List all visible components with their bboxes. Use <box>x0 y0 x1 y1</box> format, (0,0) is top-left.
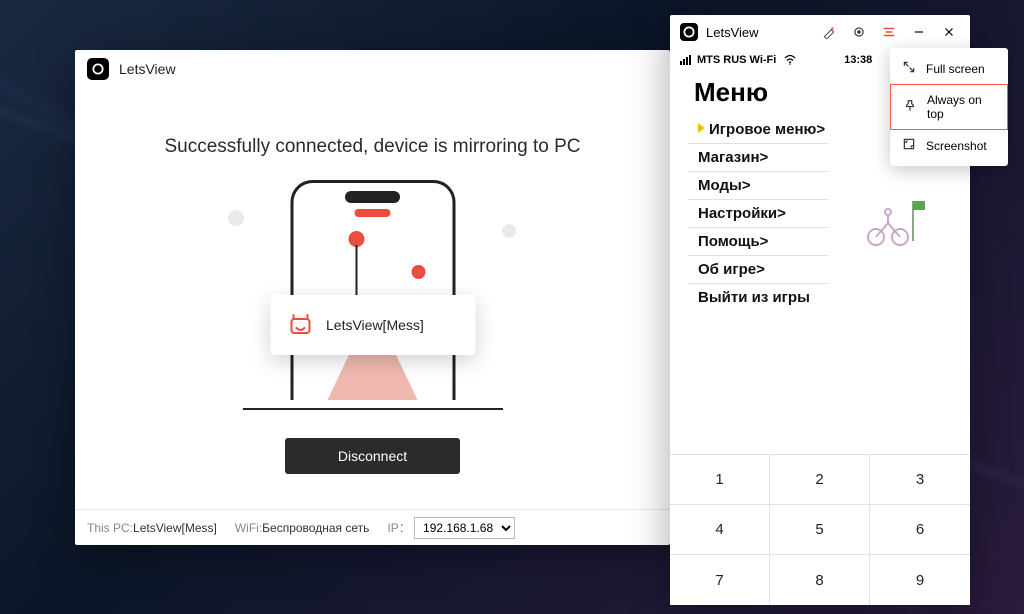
this-pc-field: This PC:LetsView[Mess] <box>87 521 217 535</box>
app-logo-icon <box>680 23 698 41</box>
device-window-title: LetsView <box>706 25 759 40</box>
game-menu-item[interactable]: Настройки> <box>688 200 828 228</box>
keypad-key[interactable]: 9 <box>870 555 970 605</box>
main-titlebar: LetsView <box>75 50 670 88</box>
minimize-button[interactable] <box>908 21 930 43</box>
fullscreen-icon <box>902 60 916 77</box>
game-menu-item[interactable]: Игровое меню> <box>688 116 828 144</box>
popup-item-pin[interactable]: Always on top <box>890 84 1008 130</box>
game-menu-item[interactable]: Магазин> <box>688 144 828 172</box>
hamburger-menu-icon[interactable] <box>878 21 900 43</box>
device-titlebar: LetsView <box>670 15 970 49</box>
game-menu-item[interactable]: Помощь> <box>688 228 828 256</box>
wifi-field: WiFi:Беспроводная сеть <box>235 521 370 535</box>
screenshot-icon <box>902 137 916 154</box>
ip-select[interactable]: 192.168.1.68 <box>414 517 515 539</box>
popup-item-label: Full screen <box>926 62 985 76</box>
decorative-dot <box>228 210 244 226</box>
app-logo-icon <box>87 58 109 80</box>
keypad-key[interactable]: 4 <box>670 505 770 555</box>
cast-device-card[interactable]: LetsView[Mess] <box>270 295 475 355</box>
decorative-baseline <box>243 408 503 410</box>
phone-illustration: LetsView[Mess] <box>268 180 478 410</box>
game-menu-item[interactable]: Моды> <box>688 172 828 200</box>
popup-item-label: Screenshot <box>926 139 987 153</box>
main-window: LetsView Successfully connected, device … <box>75 50 670 545</box>
keypad-key[interactable]: 6 <box>870 505 970 555</box>
cast-device-name: LetsView[Mess] <box>326 317 424 333</box>
main-statusbar: This PC:LetsView[Mess] WiFi:Беспроводная… <box>75 509 670 545</box>
cast-tv-icon <box>288 313 312 337</box>
options-popup: Full screen Always on top Screenshot <box>890 48 1008 166</box>
this-pc-label: This PC: <box>87 521 133 535</box>
main-window-title: LetsView <box>119 61 176 77</box>
decorative-pill <box>355 209 391 217</box>
decorative-flower <box>348 231 364 247</box>
decorative-dot <box>502 224 516 238</box>
keypad-key[interactable]: 8 <box>770 555 870 605</box>
draw-tool-icon[interactable] <box>818 21 840 43</box>
this-pc-value: LetsView[Mess] <box>133 521 217 535</box>
wifi-label: WiFi: <box>235 521 262 535</box>
popup-item-fullscreen[interactable]: Full screen <box>890 52 1008 85</box>
disconnect-button[interactable]: Disconnect <box>285 438 460 474</box>
wifi-icon <box>784 55 796 65</box>
keypad-key[interactable]: 5 <box>770 505 870 555</box>
popup-item-screenshot[interactable]: Screenshot <box>890 129 1008 162</box>
connection-status-text: Successfully connected, device is mirror… <box>95 136 650 158</box>
keypad-key[interactable]: 1 <box>670 455 770 505</box>
decorative-flower <box>411 265 425 279</box>
close-button[interactable] <box>938 21 960 43</box>
popup-item-label: Always on top <box>927 93 995 121</box>
keypad-key[interactable]: 3 <box>870 455 970 505</box>
pin-icon <box>903 99 917 116</box>
keypad-key[interactable]: 2 <box>770 455 870 505</box>
signal-bars-icon <box>680 55 691 65</box>
keypad-key[interactable]: 7 <box>670 555 770 605</box>
main-body: Successfully connected, device is mirror… <box>75 88 670 509</box>
record-icon[interactable] <box>848 21 870 43</box>
phone-frame-graphic <box>290 180 455 400</box>
carrier-text: MTS RUS Wi-Fi <box>697 54 776 66</box>
ip-field: IP： 192.168.1.68 <box>387 517 515 539</box>
keypad: 123 456 789 <box>670 454 970 605</box>
game-menu-item[interactable]: Выйти из игры <box>688 284 828 311</box>
ip-label: IP： <box>387 521 410 535</box>
bike-finish-illustration <box>858 195 928 250</box>
game-menu-item[interactable]: Об игре> <box>688 256 828 284</box>
wifi-value: Беспроводная сеть <box>262 521 369 535</box>
